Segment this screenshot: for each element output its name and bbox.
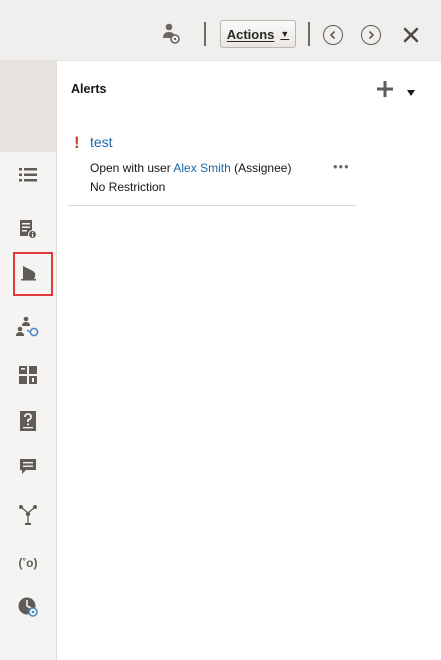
toolbar-separator [308, 22, 310, 46]
list-icon[interactable] [0, 158, 56, 192]
previous-icon[interactable] [322, 24, 344, 46]
comment-icon[interactable] [0, 450, 56, 484]
document-info-icon[interactable] [0, 212, 56, 246]
more-options-icon[interactable]: ••• [333, 159, 350, 174]
alert-restriction: No Restriction [90, 180, 166, 194]
user-settings-icon[interactable] [160, 23, 182, 45]
actions-label: Actions [226, 26, 275, 42]
selected-item-highlight [13, 252, 53, 296]
next-icon[interactable] [360, 24, 382, 46]
alert-status-suffix: (Assignee) [230, 161, 292, 175]
chevron-down-icon[interactable] [406, 84, 416, 102]
alert-title-link[interactable]: test [90, 134, 113, 150]
dashboard-icon[interactable] [0, 358, 56, 392]
alert-warning-icon: ! [74, 133, 80, 152]
hierarchy-icon[interactable] [0, 498, 56, 532]
formula-icon[interactable]: (° o) [0, 546, 56, 580]
panel-title: Alerts [71, 82, 107, 96]
rail-header [0, 60, 56, 152]
chevron-down-icon: ▼ [280, 29, 290, 39]
close-icon[interactable] [400, 24, 422, 46]
add-icon[interactable] [376, 80, 394, 103]
help-question-icon[interactable] [0, 404, 56, 438]
alert-user-link[interactable]: Alex Smith [173, 161, 230, 175]
alert-status-prefix: Open with user [90, 161, 174, 175]
left-rail: (° o) [0, 60, 57, 660]
alert-status-line: Open with user Alex Smith (Assignee) [90, 161, 291, 175]
alert-list-item[interactable]: ! test Open with user Alex Smith (Assign… [68, 130, 356, 206]
user-assignment-icon[interactable] [0, 311, 56, 345]
actions-menu-button[interactable]: Actions ▼ [220, 20, 296, 48]
top-toolbar: Actions ▼ [0, 0, 441, 61]
clock-history-icon[interactable] [0, 590, 56, 624]
toolbar-separator [204, 22, 206, 46]
